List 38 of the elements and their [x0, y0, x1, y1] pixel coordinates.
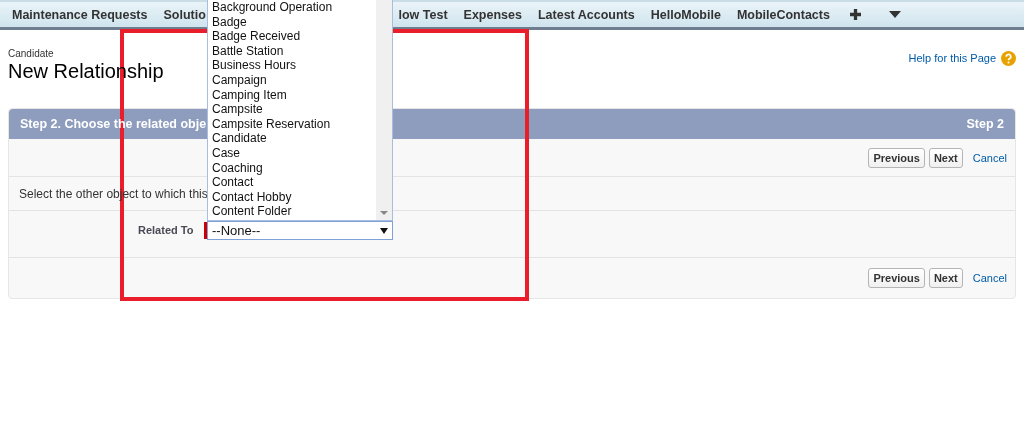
scroll-down-icon[interactable] — [380, 211, 388, 215]
wizard-button[interactable]: Next — [928, 268, 963, 288]
dropdown-option[interactable]: Badge Received — [212, 29, 376, 44]
wizard-button[interactable]: Next — [928, 147, 963, 168]
wizard-button[interactable]: Previous — [868, 268, 925, 288]
step-label: Step 2 — [966, 117, 1004, 131]
dropdown-option[interactable]: Candidate — [212, 131, 376, 146]
dropdown-option[interactable]: Camping Item — [212, 87, 376, 103]
dropdown-option[interactable]: Background Operation — [212, 0, 376, 15]
caret-icon — [380, 227, 388, 234]
dropdown-option[interactable]: Business Hours — [212, 58, 376, 73]
dropdown-option[interactable]: Campaign — [212, 72, 376, 88]
dropdown-option[interactable]: Campsite — [212, 102, 376, 117]
dropdown-option[interactable]: Coaching — [212, 160, 376, 176]
caret-icon[interactable] — [888, 11, 901, 18]
help-icon[interactable] — [1001, 50, 1016, 66]
nav-tab[interactable]: low Test — [398, 7, 448, 22]
dropdown-option[interactable]: Battle Station — [212, 43, 376, 59]
dropdown-option[interactable]: Badge — [212, 14, 376, 30]
dropdown-option[interactable]: Contact — [212, 175, 376, 190]
wizard-button[interactable]: Previous — [868, 147, 925, 168]
nav-tab[interactable]: MobileContacts — [736, 7, 830, 22]
help-link[interactable]: Help for this Page — [908, 52, 996, 64]
plus-icon[interactable] — [849, 9, 861, 20]
scrollbar[interactable] — [376, 0, 392, 220]
dropdown-option[interactable]: Contact Hobby — [212, 189, 376, 205]
nav-tab[interactable]: Maintenance Requests — [12, 7, 148, 22]
dropdown-option[interactable]: Content Folder — [212, 204, 376, 219]
field-label: Related To — [138, 224, 195, 236]
related-to-select[interactable]: --None-- — [207, 221, 393, 240]
object-label: Candidate — [8, 48, 55, 59]
dropdown-option[interactable]: Campsite Reservation — [212, 116, 376, 132]
cancel-link[interactable]: Cancel — [972, 272, 1007, 284]
nav-tab[interactable]: Latest Accounts — [537, 7, 635, 22]
cancel-link[interactable]: Cancel — [972, 151, 1007, 164]
nav-tab[interactable]: Expenses — [463, 7, 522, 22]
dropdown-option[interactable]: Case — [212, 145, 376, 161]
nav-tab[interactable]: HelloMobile — [650, 7, 721, 22]
